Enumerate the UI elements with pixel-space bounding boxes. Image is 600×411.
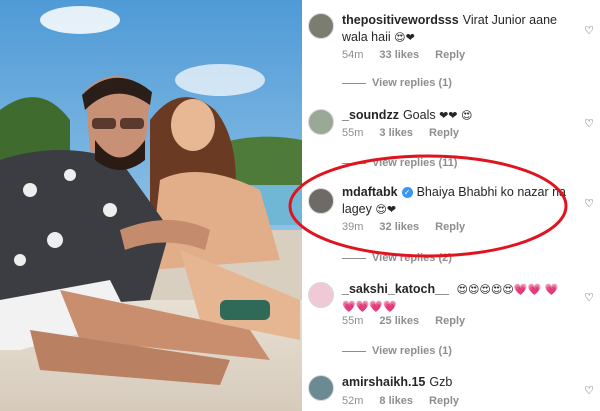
comment-meta: 54m 33 likes Reply: [342, 49, 481, 61]
comment-meta: 52m 8 likes Reply: [342, 395, 475, 407]
comment-meta: 55m 25 likes Reply: [342, 315, 481, 327]
divider-dash: [342, 82, 366, 84]
divider-dash: [342, 257, 366, 259]
avatar[interactable]: [308, 375, 334, 401]
heart-outline-icon[interactable]: ♡: [584, 199, 594, 210]
heart-outline-icon[interactable]: ♡: [584, 119, 594, 130]
reply-button[interactable]: Reply: [435, 221, 465, 233]
divider-dash: [342, 162, 366, 164]
heart-outline-icon[interactable]: ♡: [584, 386, 594, 397]
comment-username[interactable]: _soundzz: [342, 108, 399, 122]
likes-count[interactable]: 3 likes: [379, 127, 413, 139]
comment-emoji: 😍❤: [394, 31, 415, 44]
avatar[interactable]: [308, 109, 334, 135]
comment-meta: 55m 3 likes Reply: [342, 127, 475, 139]
reply-button[interactable]: Reply: [429, 127, 459, 139]
comment-emoji: 😍❤: [375, 203, 397, 216]
comment-text: Gzb: [429, 375, 453, 389]
avatar[interactable]: [308, 282, 334, 308]
verified-badge-icon: ✓: [401, 187, 413, 198]
heart-outline-icon[interactable]: ♡: [584, 293, 594, 304]
heart-outline-icon[interactable]: ♡: [584, 26, 594, 37]
reply-button[interactable]: Reply: [429, 395, 459, 407]
avatar[interactable]: [308, 188, 334, 214]
comment-time: 55m: [342, 315, 364, 327]
likes-count[interactable]: 33 likes: [379, 49, 419, 61]
comment-time: 39m: [342, 221, 364, 233]
comments-panel: thepositivewordsss Virat Junior aane wala…: [302, 0, 600, 411]
comment-username[interactable]: _sakshi_katoch__: [342, 282, 449, 296]
likes-count[interactable]: 8 likes: [379, 395, 413, 407]
view-replies-button[interactable]: View replies (2): [342, 252, 452, 264]
likes-count[interactable]: 25 likes: [379, 315, 419, 327]
comment-username[interactable]: thepositivewordsss: [342, 13, 459, 27]
comment-time: 54m: [342, 49, 364, 61]
comment-time: 52m: [342, 395, 364, 407]
divider-dash: [342, 350, 366, 352]
comment-username[interactable]: amirshaikh.15: [342, 375, 425, 389]
view-replies-button[interactable]: View replies (1): [342, 345, 452, 357]
view-replies-button[interactable]: View replies (1): [342, 77, 452, 89]
reply-button[interactable]: Reply: [435, 315, 465, 327]
comment-time: 55m: [342, 127, 364, 139]
view-replies-button[interactable]: View replies (11): [342, 157, 457, 169]
couple-beach-photo: [0, 0, 302, 411]
avatar[interactable]: [308, 13, 334, 39]
comment-meta: 39m 32 likes Reply: [342, 221, 481, 233]
comment-emoji: ❤❤ 😍: [439, 109, 473, 122]
likes-count[interactable]: 32 likes: [379, 221, 419, 233]
comment-text: Goals: [402, 108, 436, 122]
reply-button[interactable]: Reply: [435, 49, 465, 61]
comment-username[interactable]: mdaftabk: [342, 185, 398, 199]
